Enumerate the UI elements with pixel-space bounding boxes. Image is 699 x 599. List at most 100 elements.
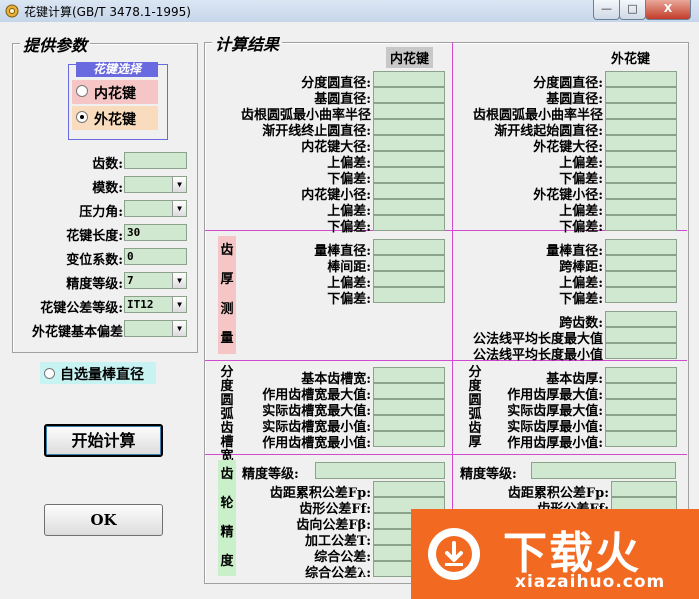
result-output	[605, 271, 677, 287]
result-output	[605, 183, 677, 199]
strip-char: 分	[220, 365, 234, 380]
column-divider	[452, 42, 453, 582]
radio-external[interactable]: 外花键	[72, 106, 158, 130]
chevron-down-icon[interactable]: ▼	[172, 177, 186, 192]
label-teeth: 齿数:	[92, 157, 123, 172]
result-output	[605, 103, 677, 119]
radio-internal-circle[interactable]	[76, 85, 88, 97]
result-output	[605, 287, 677, 303]
strip-char: 齿	[468, 421, 482, 436]
result-output	[605, 215, 677, 231]
radio-external-label: 外花键	[94, 112, 136, 128]
maximize-button[interactable]: □	[619, 0, 646, 20]
result-label: 综合公差λ:	[305, 566, 371, 581]
close-button[interactable]: X	[645, 0, 691, 20]
result-output	[605, 135, 677, 151]
custom-rod-radio[interactable]	[44, 368, 55, 379]
strip-char: 弧	[468, 407, 482, 422]
chevron-down-icon[interactable]: ▼	[172, 273, 186, 288]
result-output	[373, 481, 445, 497]
result-output	[373, 103, 445, 119]
result-output	[373, 135, 445, 151]
label-external-basic-deviation: 外花键基本偏差	[31, 325, 123, 340]
result-output	[605, 151, 677, 167]
strip-char: 圆	[220, 393, 234, 408]
strip-char: 弧	[220, 407, 234, 422]
result-label: 下偏差:	[559, 220, 603, 235]
strip-char: 齿	[220, 242, 234, 258]
result-output	[373, 287, 445, 303]
row-divider-2	[205, 360, 687, 361]
result-label: 下偏差:	[327, 220, 371, 235]
watermark-banner: 下载火 xiazaihuo.com	[411, 509, 699, 599]
tooth-thickness-strip: 齿 厚 测 量	[218, 236, 236, 354]
external-precision-grade-label: 精度等级:	[460, 467, 517, 482]
result-output	[373, 255, 445, 271]
result-output	[373, 415, 445, 431]
radio-selected-dot	[80, 115, 84, 119]
strip-char: 度	[220, 379, 234, 394]
label-shift-coefficient: 变位系数:	[66, 253, 123, 268]
strip-char: 齿	[220, 421, 234, 436]
result-output	[605, 415, 677, 431]
result-label: 公法线平均长度最小值	[472, 348, 603, 363]
app-icon	[5, 4, 19, 18]
strip-char: 齿	[220, 466, 234, 482]
result-output	[605, 311, 677, 327]
shift-coefficient-input[interactable]: 0	[124, 248, 187, 265]
teeth-input[interactable]	[124, 152, 187, 169]
label-module: 模数:	[92, 181, 123, 196]
tolerance-grade-value: IT12	[127, 298, 154, 311]
result-output	[605, 343, 677, 359]
accuracy-grade-select[interactable]: 7 ▼	[124, 272, 187, 289]
result-label: 下偏差:	[559, 292, 603, 307]
result-output	[373, 199, 445, 215]
result-output	[605, 239, 677, 255]
strip-char: 厚	[468, 435, 482, 450]
strip-char: 量	[220, 331, 234, 347]
input-params-legend: 提供参数	[20, 32, 91, 56]
external-header: 外花键	[611, 52, 651, 67]
pressure-angle-select[interactable]: ▼	[124, 200, 187, 217]
result-output	[373, 215, 445, 231]
result-output	[605, 119, 677, 135]
titlebar[interactable]: 花键计算(GB/T 3478.1-1995) — □ X	[0, 0, 699, 23]
result-output	[373, 239, 445, 255]
chevron-down-icon[interactable]: ▼	[172, 201, 186, 216]
label-tolerance-grade: 花键公差等级:	[40, 301, 123, 316]
result-output	[605, 71, 677, 87]
strip-char: 测	[220, 301, 234, 317]
spline-type-legend: 花键选择	[76, 62, 158, 77]
module-select[interactable]: ▼	[124, 176, 187, 193]
arc-internal-strip: 分 度 圆 弧 齿 槽 宽	[218, 365, 236, 464]
radio-internal[interactable]: 内花键	[72, 80, 158, 104]
download-icon	[428, 528, 480, 580]
minimize-button[interactable]: —	[593, 0, 620, 20]
result-output	[605, 167, 677, 183]
result-output	[373, 367, 445, 383]
result-output	[605, 431, 677, 447]
result-output	[611, 481, 677, 497]
strip-char: 厚	[220, 272, 234, 288]
chevron-down-icon[interactable]: ▼	[172, 321, 186, 336]
result-output	[373, 119, 445, 135]
strip-char: 槽	[220, 435, 234, 450]
radio-external-circle[interactable]	[76, 111, 88, 123]
spline-length-input[interactable]: 30	[124, 224, 187, 241]
ok-button[interactable]: OK	[44, 504, 163, 536]
precision-strip: 齿 轮 精 度	[218, 460, 236, 576]
chevron-down-icon[interactable]: ▼	[172, 297, 186, 312]
result-output	[373, 431, 445, 447]
client-area: 提供参数 花键选择 内花键 外花键 齿数: 模数: ▼ 压力角: ▼ 花键长度:…	[0, 22, 699, 599]
result-output	[373, 399, 445, 415]
result-output	[605, 327, 677, 343]
internal-precision-grade-label: 精度等级:	[242, 467, 299, 482]
window-title: 花键计算(GB/T 3478.1-1995)	[24, 5, 191, 19]
tolerance-grade-select[interactable]: IT12 ▼	[124, 296, 187, 313]
external-basic-deviation-select[interactable]: ▼	[124, 320, 187, 337]
accuracy-grade-value: 7	[127, 274, 134, 287]
custom-rod-checkbox[interactable]: 自选量棒直径	[40, 362, 156, 384]
internal-header: 内花键	[386, 47, 434, 68]
start-calc-button[interactable]: 开始计算	[44, 424, 163, 457]
result-output	[373, 87, 445, 103]
